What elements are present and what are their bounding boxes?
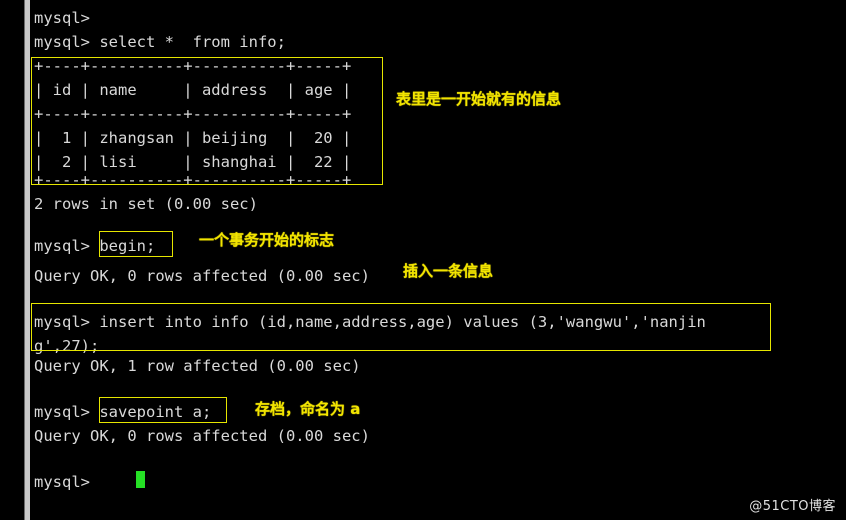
terminal-output-area[interactable]: mysql> mysql> select * from info; +----+… xyxy=(30,0,846,520)
terminal-line: mysql> select * from info; xyxy=(34,33,286,51)
left-gutter xyxy=(0,0,24,520)
terminal-line-begin: mysql> begin; xyxy=(34,237,156,255)
terminal-line: +----+----------+----------+-----+ xyxy=(34,105,352,123)
terminal-cursor xyxy=(136,471,145,488)
terminal-line: +----+----------+----------+-----+ xyxy=(34,171,352,189)
terminal-line: Query OK, 1 row affected (0.00 sec) xyxy=(34,357,361,375)
terminal-line-insert-1: mysql> insert into info (id,name,address… xyxy=(34,313,706,331)
annotation-savepoint: 存档，命名为 a xyxy=(255,400,361,418)
terminal-line-savepoint: mysql> savepoint a; xyxy=(34,403,212,421)
terminal-prompt-line: mysql> xyxy=(34,473,90,491)
annotation-begin: 一个事务开始的标志 xyxy=(199,231,335,249)
terminal-line: mysql> xyxy=(34,9,90,27)
annotation-table-info: 表里是一开始就有的信息 xyxy=(396,90,562,108)
terminal-line: Query OK, 0 rows affected (0.00 sec) xyxy=(34,427,370,445)
terminal-line: | 1 | zhangsan | beijing | 20 | xyxy=(34,129,352,147)
terminal-line: +----+----------+----------+-----+ xyxy=(34,57,352,75)
terminal-line: | id | name | address | age | xyxy=(34,81,352,99)
watermark: @51CTO博客 xyxy=(749,499,836,514)
annotation-insert: 插入一条信息 xyxy=(403,262,494,280)
terminal-line: 2 rows in set (0.00 sec) xyxy=(34,195,258,213)
terminal-screenshot: mysql> mysql> select * from info; +----+… xyxy=(0,0,846,520)
terminal-line: Query OK, 0 rows affected (0.00 sec) xyxy=(34,267,370,285)
